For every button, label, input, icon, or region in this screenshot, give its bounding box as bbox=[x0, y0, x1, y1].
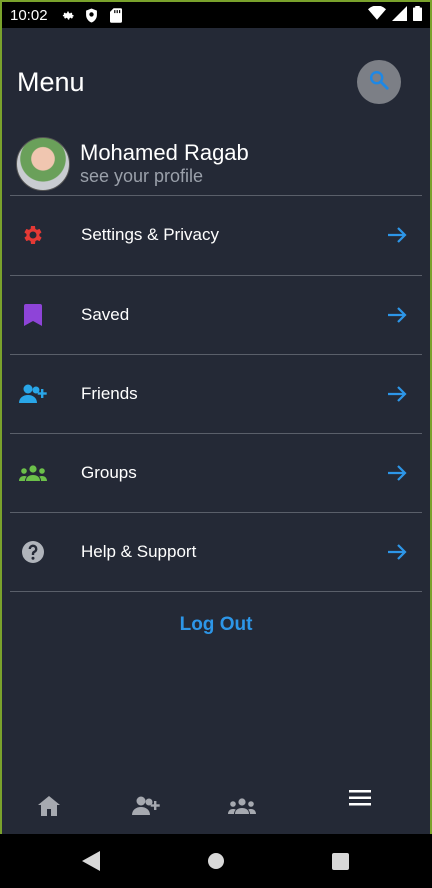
arrow-right-icon bbox=[385, 303, 409, 327]
profile-name: Mohamed Ragab bbox=[80, 140, 249, 165]
bookmark-icon bbox=[18, 300, 48, 330]
menu-item-saved[interactable]: Saved bbox=[4, 276, 428, 354]
search-icon bbox=[368, 69, 390, 96]
wifi-icon bbox=[368, 5, 386, 24]
menu-item-label: Saved bbox=[81, 305, 130, 324]
profile-subtitle: see your profile bbox=[80, 166, 204, 186]
menu-item-friends[interactable]: Friends bbox=[4, 355, 428, 433]
menu-item-label: Help & Support bbox=[81, 542, 197, 561]
signal-icon bbox=[392, 5, 407, 25]
groups-icon bbox=[18, 458, 48, 488]
friends-icon[interactable] bbox=[130, 790, 162, 822]
menu-item-groups[interactable]: Groups bbox=[4, 434, 428, 512]
logout-button[interactable]: Log Out bbox=[2, 614, 430, 636]
menu-icon[interactable] bbox=[344, 782, 376, 814]
profile-text: Mohamed Ragab see your profile bbox=[80, 141, 249, 187]
arrow-right-icon bbox=[385, 223, 409, 247]
add-friend-icon bbox=[18, 379, 48, 409]
menu-header: Menu bbox=[17, 54, 401, 110]
search-button[interactable] bbox=[357, 60, 401, 104]
recents-icon[interactable] bbox=[327, 848, 353, 874]
arrow-right-icon bbox=[385, 382, 409, 406]
help-icon bbox=[18, 537, 48, 567]
groups-icon[interactable] bbox=[226, 790, 258, 822]
menu-item-help-support[interactable]: Help & Support bbox=[4, 513, 428, 591]
gear-icon bbox=[18, 220, 48, 250]
status-bar: 10:02 bbox=[2, 2, 430, 28]
arrow-right-icon bbox=[385, 540, 409, 564]
profile-row[interactable]: Mohamed Ragab see your profile bbox=[16, 134, 422, 194]
app-screen: 10:02 Menu Mohamed Ragab see your profil… bbox=[0, 0, 432, 834]
menu-item-settings-privacy[interactable]: Settings & Privacy bbox=[4, 196, 428, 274]
shield-icon bbox=[82, 7, 102, 23]
divider bbox=[10, 591, 422, 592]
bottom-nav bbox=[2, 778, 430, 834]
sd-card-icon bbox=[106, 7, 126, 23]
menu-item-label: Friends bbox=[81, 384, 138, 403]
status-time: 10:02 bbox=[10, 6, 48, 24]
home-icon[interactable] bbox=[203, 848, 229, 874]
back-icon[interactable] bbox=[78, 848, 104, 874]
avatar[interactable] bbox=[16, 137, 70, 191]
page-title: Menu bbox=[17, 66, 85, 97]
system-nav-bar bbox=[0, 834, 432, 888]
menu-item-label: Groups bbox=[81, 463, 137, 482]
menu-item-label: Settings & Privacy bbox=[81, 225, 219, 244]
home-icon[interactable] bbox=[33, 790, 65, 822]
gear-icon bbox=[58, 7, 78, 23]
arrow-right-icon bbox=[385, 461, 409, 485]
battery-icon bbox=[413, 5, 422, 25]
